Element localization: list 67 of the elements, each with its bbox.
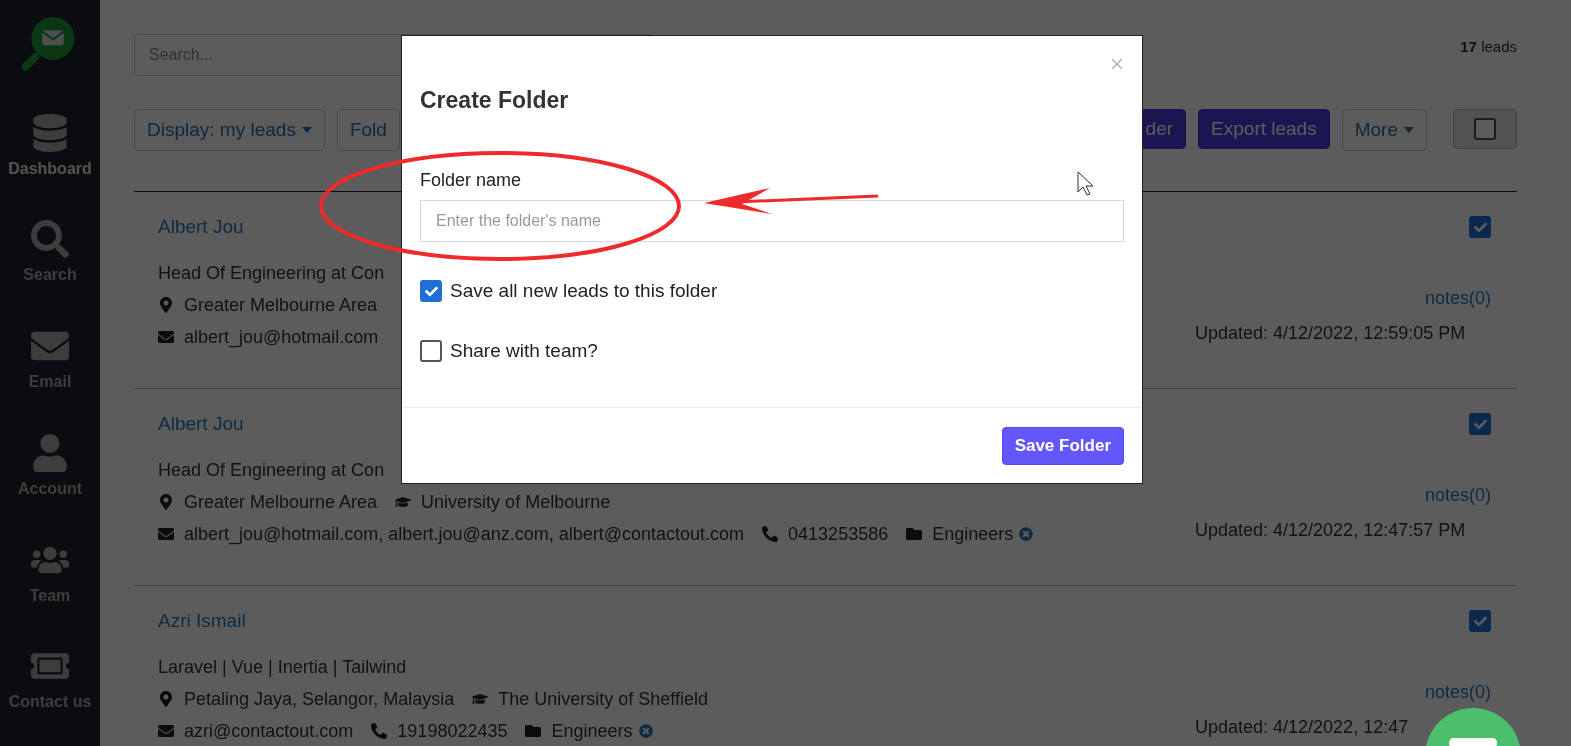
check-icon	[424, 284, 438, 298]
field-label: Folder name	[420, 170, 522, 191]
map-pin-icon	[158, 297, 174, 313]
checkbox-label: Save all new leads to this folder	[450, 280, 718, 302]
graduation-cap-icon	[472, 691, 489, 707]
lead-checkbox[interactable]	[1469, 610, 1491, 632]
lead-checkbox[interactable]	[1469, 413, 1491, 435]
save-folder-button[interactable]: Save Folder	[1001, 427, 1124, 465]
primary-button[interactable]: Export leads	[1198, 109, 1330, 149]
notes-link[interactable]: notes(0)	[1424, 288, 1491, 309]
lead-title: Head Of Engineering at Con	[158, 262, 385, 284]
mouse-pointer-icon	[1077, 171, 1094, 196]
select-all-button[interactable]	[1453, 109, 1517, 149]
lead-count: 17 leads	[1460, 38, 1517, 55]
remove-icon[interactable]	[638, 724, 653, 738]
school-text: The University of Sheffield	[498, 688, 708, 710]
folder-icon	[906, 526, 923, 542]
school-text: University of Melbourne	[421, 491, 611, 513]
lead-title: Laravel | Vue | Inertia | Tailwind	[158, 656, 408, 678]
location-text: Greater Melbourne Area	[184, 491, 378, 513]
lead-title: Head Of Engineering at Con	[158, 459, 386, 481]
phone-icon	[371, 723, 388, 739]
graduation-cap-icon	[395, 494, 412, 510]
map-pin-icon	[158, 691, 174, 707]
check-icon	[1473, 220, 1487, 234]
phone-icon	[762, 526, 779, 542]
user-icon	[31, 433, 69, 472]
checkbox[interactable]	[420, 340, 442, 362]
database-icon	[31, 113, 69, 152]
envelope-icon	[158, 723, 174, 739]
email-text: albert_jou@hotmail.com	[184, 326, 379, 348]
button[interactable]: Fold	[336, 109, 400, 151]
close-button[interactable]: ×	[1110, 52, 1124, 76]
location-text: Greater Melbourne Area	[184, 294, 378, 316]
email-text: albert_jou@hotmail.com, albert.jou@anz.com, albert@contactout.com	[184, 523, 745, 545]
updated-time: Updated: 4/12/2022, 12:59:05 PM	[1195, 322, 1467, 344]
folder-name-field[interactable]: Enter the folder's name	[420, 200, 1124, 242]
email-text: azri@contactout.com	[184, 720, 354, 742]
lead-checkbox[interactable]	[1469, 216, 1491, 238]
caret-icon	[301, 127, 312, 133]
map-pin-icon	[158, 494, 174, 510]
notes-link[interactable]: notes(0)	[1424, 485, 1491, 506]
folder-icon	[525, 723, 542, 739]
search-icon	[31, 220, 69, 259]
checkbox-label: Share with team?	[450, 340, 598, 362]
check-icon	[1473, 614, 1487, 628]
notes-link[interactable]: notes(0)	[1424, 682, 1491, 703]
folder-text: Engineers	[932, 523, 1014, 545]
check-icon	[1473, 417, 1487, 431]
checkbox[interactable]	[420, 280, 442, 302]
envelope-icon	[158, 329, 174, 345]
dropdown-button[interactable]: Display: my leads	[134, 109, 325, 151]
updated-time: Updated: 4/12/2022, 12:47	[1195, 716, 1410, 738]
phone-text: 0413253586	[788, 523, 889, 545]
envelope-icon	[158, 526, 174, 542]
remove-icon[interactable]	[1019, 527, 1034, 541]
checkbox[interactable]	[1474, 118, 1496, 140]
lead-name-link[interactable]: Azri Ismail	[158, 610, 708, 634]
phone-text: 19198022435	[397, 720, 508, 742]
folder-text: Engineers	[551, 720, 633, 742]
dialog-title: Create Folder	[420, 87, 570, 114]
location-text: Petaling Jaya, Selangor, Malaysia	[184, 688, 455, 710]
caret-icon	[1404, 127, 1414, 133]
sidebar-item[interactable]: Dashboard	[0, 105, 100, 213]
dropdown-button[interactable]: More	[1341, 109, 1427, 151]
updated-time: Updated: 4/12/2022, 12:47:57 PM	[1195, 519, 1467, 541]
lead-name-link[interactable]: Albert Jou	[158, 216, 385, 240]
